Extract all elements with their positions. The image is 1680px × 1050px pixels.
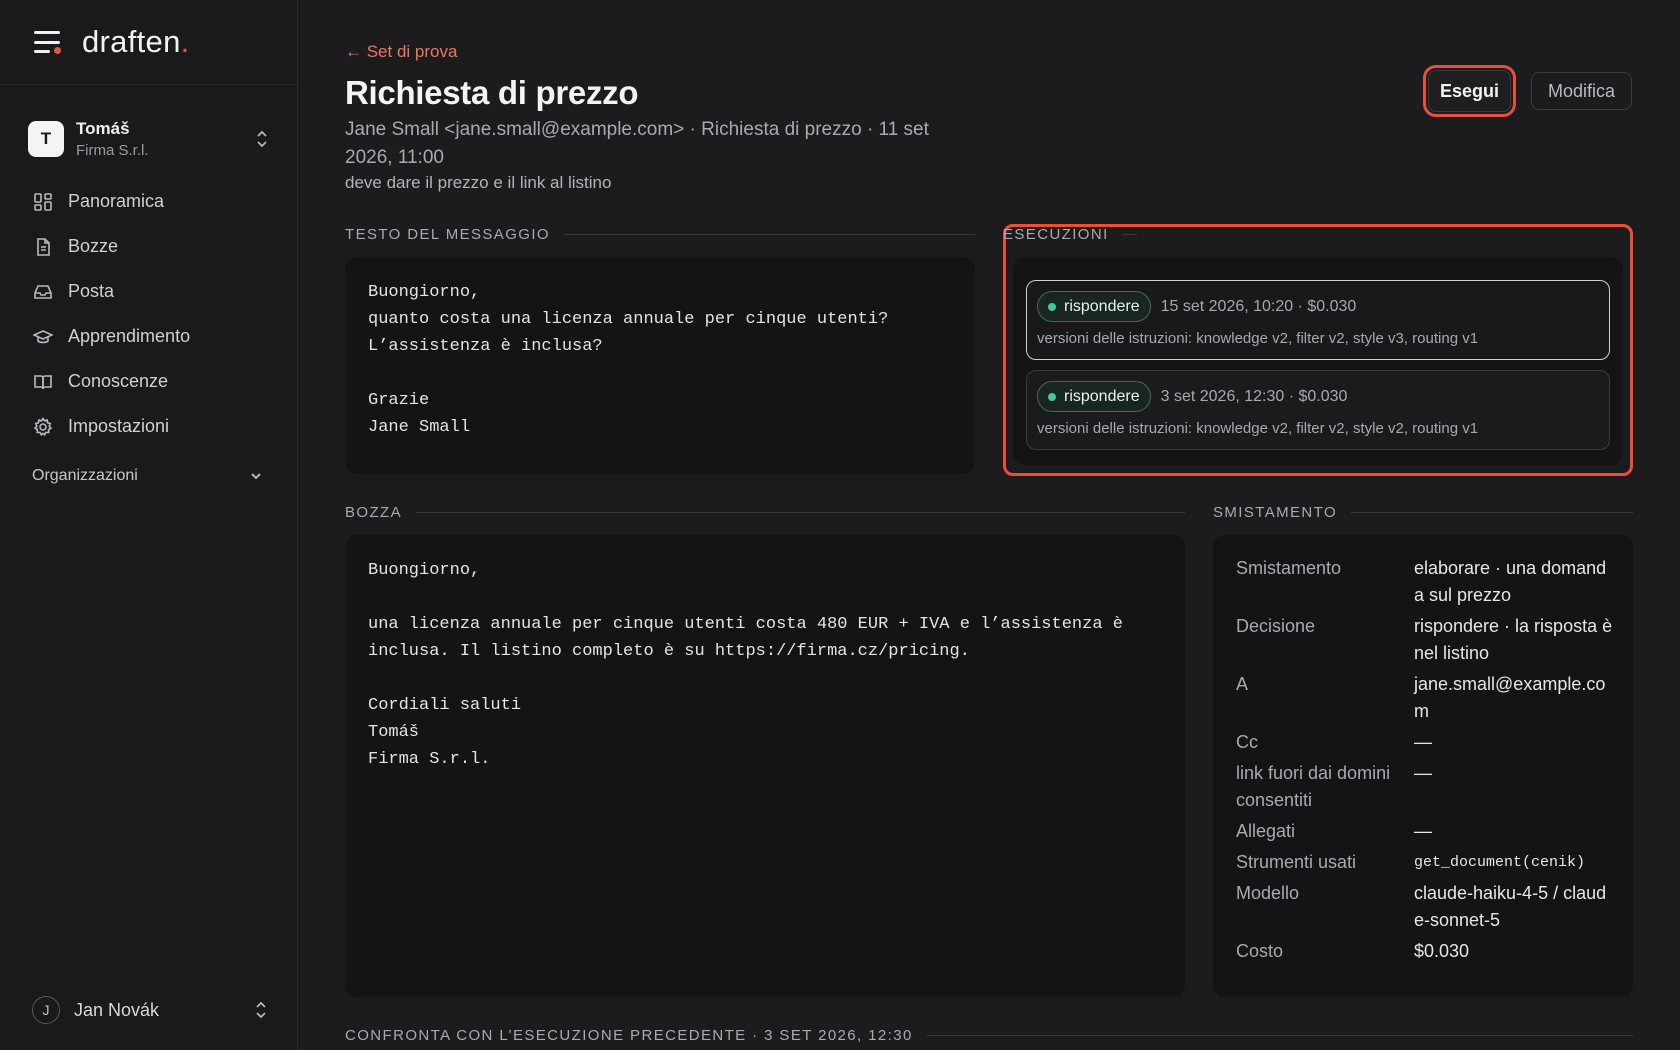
runs-section-heading: ESECUZIONI (1003, 226, 1603, 243)
routing-panel: Smistamento elaborare · una domanda sul … (1213, 535, 1633, 997)
status-label: rispondere (1064, 387, 1140, 405)
section-title: BOZZA (345, 504, 403, 521)
section-title: ESECUZIONI (1003, 226, 1109, 243)
message-body: Buongiorno, quanto costa una licenza ann… (368, 283, 889, 437)
run-item[interactable]: rispondere 3 set 2026, 12:30 · $0.030 ve… (1026, 370, 1610, 450)
detail-key: Cc (1236, 732, 1258, 752)
logo[interactable]: draften. (82, 24, 190, 60)
detail-value: claude-haiku-4-5 / claude-sonnet-5 (1414, 883, 1607, 930)
message-panel: Buongiorno, quanto costa una licenza ann… (345, 257, 975, 474)
detail-key: link fuori dai domini consentiti (1236, 763, 1391, 810)
sidebar-item-impostazioni[interactable]: Impostazioni (0, 404, 297, 449)
detail-key: Modello (1236, 883, 1300, 903)
sidebar-item-apprendimento[interactable]: Apprendimento (0, 314, 297, 359)
book-icon (32, 371, 54, 393)
sidebar-item-posta[interactable]: Posta (0, 269, 297, 314)
grid-icon (32, 191, 54, 213)
org-switcher[interactable]: T Tomáš Firma S.r.l. (0, 117, 297, 161)
organizations-toggle[interactable]: Organizzazioni (0, 461, 297, 491)
sidebar-item-panoramica[interactable]: Panoramica (0, 179, 297, 224)
chevron-up-down-icon (254, 1000, 268, 1020)
chevron-up-down-icon (255, 129, 269, 149)
avatar: J (32, 996, 60, 1024)
status-badge: rispondere (1037, 291, 1151, 322)
routing-section-heading: SMISTAMENTO (1213, 504, 1633, 521)
detail-value: jane.small@example.com (1414, 674, 1606, 721)
draft-section-heading: BOZZA (345, 504, 1185, 521)
main-content: ← Set di prova Richiesta di prezzo Jane … (345, 0, 1635, 1050)
detail-value: — (1414, 821, 1432, 841)
document-icon (32, 236, 54, 258)
detail-value: elaborare · una domanda sul prezzo (1414, 558, 1607, 605)
detail-row: Decisione rispondere · la risposta è nel… (1236, 613, 1656, 667)
run-meta: 15 set 2026, 10:20 · $0.030 (1160, 297, 1357, 315)
detail-row: Costo $0.030 (1236, 938, 1656, 965)
run-meta: 3 set 2026, 12:30 · $0.030 (1160, 387, 1348, 405)
sidebar-item-label: Posta (68, 281, 115, 301)
chevron-down-icon (251, 473, 261, 480)
user-name: Jan Novák (74, 999, 160, 1020)
back-link[interactable]: ← Set di prova (345, 42, 457, 62)
detail-value: rispondere · la risposta è nel listino (1414, 616, 1613, 663)
detail-key: Strumenti usati (1236, 852, 1357, 872)
message-section-heading: TESTO DEL MESSAGGIO (345, 226, 975, 243)
sidebar-item-label: Impostazioni (68, 416, 170, 436)
sidebar-item-label: Panoramica (68, 191, 165, 211)
org-company: Firma S.r.l. (76, 142, 149, 159)
section-title: CONFRONTA CON L’ESECUZIONE PRECEDENTE · … (345, 1027, 913, 1044)
run-item[interactable]: rispondere 15 set 2026, 10:20 · $0.030 v… (1026, 280, 1610, 360)
detail-value: — (1414, 732, 1432, 752)
run-versions: versioni delle istruzioni: knowledge v2,… (1037, 330, 1479, 347)
status-dot-icon (1048, 302, 1056, 311)
menu-icon[interactable] (34, 31, 61, 54)
page-title: Richiesta di prezzo (345, 74, 639, 111)
sidebar-item-label: Bozze (68, 236, 119, 256)
gear-icon (32, 416, 54, 438)
message-meta: Jane Small <jane.small@example.com> · Ri… (345, 119, 929, 168)
detail-row: Smistamento elaborare · una domanda sul … (1236, 555, 1656, 609)
brand-bar: draften. (0, 0, 297, 85)
sidebar-nav: Panoramica Bozze Posta Apprendimento Con… (0, 179, 297, 449)
org-avatar: T (28, 121, 64, 157)
edit-button[interactable]: Modifica (1531, 72, 1632, 110)
draft-body: Buongiorno, una licenza annuale per cinq… (368, 561, 1123, 769)
detail-value: — (1414, 763, 1432, 783)
run-button[interactable]: Esegui (1423, 65, 1516, 117)
sidebar-item-bozze[interactable]: Bozze (0, 224, 297, 269)
sidebar-item-label: Conoscenze (68, 371, 169, 391)
detail-key: Smistamento (1236, 558, 1342, 578)
detail-key: Allegati (1236, 821, 1296, 841)
user-menu[interactable]: J Jan Novák (32, 996, 268, 1024)
compare-section-heading: CONFRONTA CON L’ESECUZIONE PRECEDENTE · … (345, 1027, 1633, 1044)
status-label: rispondere (1064, 297, 1140, 315)
detail-row: A jane.small@example.com (1236, 671, 1656, 725)
org-name: Tomáš (76, 119, 130, 138)
detail-value: $0.030 (1414, 941, 1470, 961)
section-title: TESTO DEL MESSAGGIO (345, 226, 550, 243)
detail-key: Decisione (1236, 616, 1316, 636)
detail-row: Strumenti usati get_document(cenik) (1236, 849, 1656, 876)
inbox-icon (32, 281, 54, 303)
detail-row: Modello claude-haiku-4-5 / claude-sonnet… (1236, 880, 1656, 934)
detail-row: Allegati — (1236, 818, 1656, 845)
sidebar-item-label: Apprendimento (68, 326, 191, 346)
graduation-cap-icon (32, 326, 54, 348)
draft-panel: Buongiorno, una licenza annuale per cinq… (345, 535, 1185, 997)
sidebar-item-conoscenze[interactable]: Conoscenze (0, 359, 297, 404)
detail-key: A (1236, 674, 1249, 694)
detail-row: Cc — (1236, 729, 1656, 756)
case-note: deve dare il prezzo e il link al listino (345, 173, 612, 192)
organizations-label: Organizzazioni (32, 467, 138, 484)
detail-value: get_document(cenik) (1414, 854, 1586, 871)
detail-row: link fuori dai domini consentiti — (1236, 760, 1656, 814)
routing-details: Smistamento elaborare · una domanda sul … (1236, 555, 1656, 965)
status-dot-icon (1048, 392, 1056, 401)
run-versions: versioni delle istruzioni: knowledge v2,… (1037, 420, 1479, 437)
detail-key: Costo (1236, 941, 1284, 961)
status-badge: rispondere (1037, 381, 1151, 412)
section-title: SMISTAMENTO (1213, 504, 1338, 521)
sidebar: draften. T Tomáš Firma S.r.l. Panoramica… (0, 0, 298, 1050)
